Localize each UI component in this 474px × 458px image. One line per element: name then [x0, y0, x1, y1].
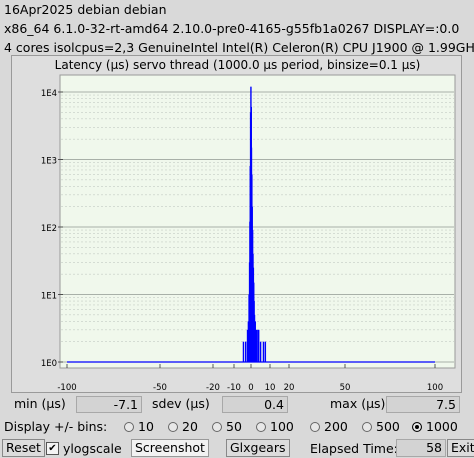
x-tick-label: -10 [227, 383, 241, 393]
min-label: min (µs) [14, 396, 66, 411]
bins-label: Display +/- bins: [4, 419, 108, 434]
x-tick-label: 10 [265, 383, 276, 393]
bins-option-1000: 1000 [426, 419, 458, 434]
radio-500[interactable] [362, 421, 372, 432]
histogram-bar [242, 341, 245, 362]
bins-option-200: 200 [324, 419, 348, 434]
kernel-info-line: x86_64 6.1.0-32-rt-amd64 2.10.0-pre0-416… [4, 21, 460, 36]
radio-100[interactable] [256, 421, 266, 432]
reset-button[interactable]: Reset [2, 439, 45, 457]
histogram-bar [244, 341, 247, 362]
x-tick-label: 20 [284, 383, 295, 393]
ylogscale-checkbox[interactable]: ✔ ylogscale [46, 441, 122, 456]
radio-50[interactable] [212, 421, 222, 432]
bins-radio-1000[interactable]: 1000 [412, 419, 458, 434]
bins-option-10: 10 [138, 419, 154, 434]
y-tick-label: 1E0 [41, 359, 57, 369]
y-tick-label: 1E3 [41, 157, 57, 167]
checkbox-mark-icon[interactable]: ✔ [46, 442, 59, 455]
x-tick-label: 100 [427, 383, 443, 393]
bins-option-20: 20 [182, 419, 198, 434]
histogram-bar [258, 329, 260, 362]
chart-title: Latency (µs) servo thread (1000.0 µs per… [55, 58, 421, 72]
x-tick-label: 50 [340, 383, 351, 393]
exit-button[interactable]: Exit [447, 439, 474, 457]
bins-radio-100[interactable]: 100 [256, 419, 294, 434]
y-tick-label: 1E2 [41, 224, 57, 234]
histogram-bar [256, 329, 258, 362]
histogram-bar [262, 341, 265, 362]
histogram-bar [264, 341, 267, 362]
max-label: max (µs) [330, 396, 386, 411]
histogram-svg: Latency (µs) servo thread (1000.0 µs per… [41, 58, 456, 393]
radio-1000[interactable] [412, 421, 422, 432]
sdev-value: 0.4 [222, 396, 288, 413]
min-value: -7.1 [76, 396, 142, 413]
cpu-info-line: 4 cores isolcpus=2,3 GenuineIntel Intel(… [4, 40, 474, 55]
elapsed-time-label: Elapsed Time: [310, 441, 398, 456]
x-tick-label: -50 [153, 383, 167, 393]
bins-radio-20[interactable]: 20 [168, 419, 198, 434]
max-value: 7.5 [386, 396, 460, 413]
bins-radio-10[interactable]: 10 [124, 419, 154, 434]
bins-radio-50[interactable]: 50 [212, 419, 242, 434]
x-tick-label: 0 [248, 383, 253, 393]
radio-20[interactable] [168, 421, 178, 432]
x-tick-label: -20 [206, 383, 220, 393]
bins-radio-200[interactable]: 200 [310, 419, 348, 434]
sdev-label: sdev (µs) [152, 396, 210, 411]
latency-histogram: Latency (µs) servo thread (1000.0 µs per… [11, 55, 462, 393]
radio-10[interactable] [124, 421, 134, 432]
y-tick-label: 1E1 [41, 292, 57, 302]
host-info-line: 16Apr2025 debian debian [4, 2, 167, 17]
histogram-bar [259, 341, 262, 362]
bins-option-50: 50 [226, 419, 242, 434]
elapsed-time-value: 58 [396, 439, 446, 457]
bins-option-100: 100 [270, 419, 294, 434]
screenshot-button[interactable]: Screenshot [131, 439, 209, 457]
bins-option-500: 500 [376, 419, 400, 434]
glxgears-button[interactable]: Glxgears [226, 439, 290, 457]
bins-radio-500[interactable]: 500 [362, 419, 400, 434]
y-tick-label: 1E4 [41, 89, 57, 99]
radio-200[interactable] [310, 421, 320, 432]
x-tick-label: -100 [57, 383, 76, 393]
ylogscale-label: ylogscale [63, 441, 122, 456]
